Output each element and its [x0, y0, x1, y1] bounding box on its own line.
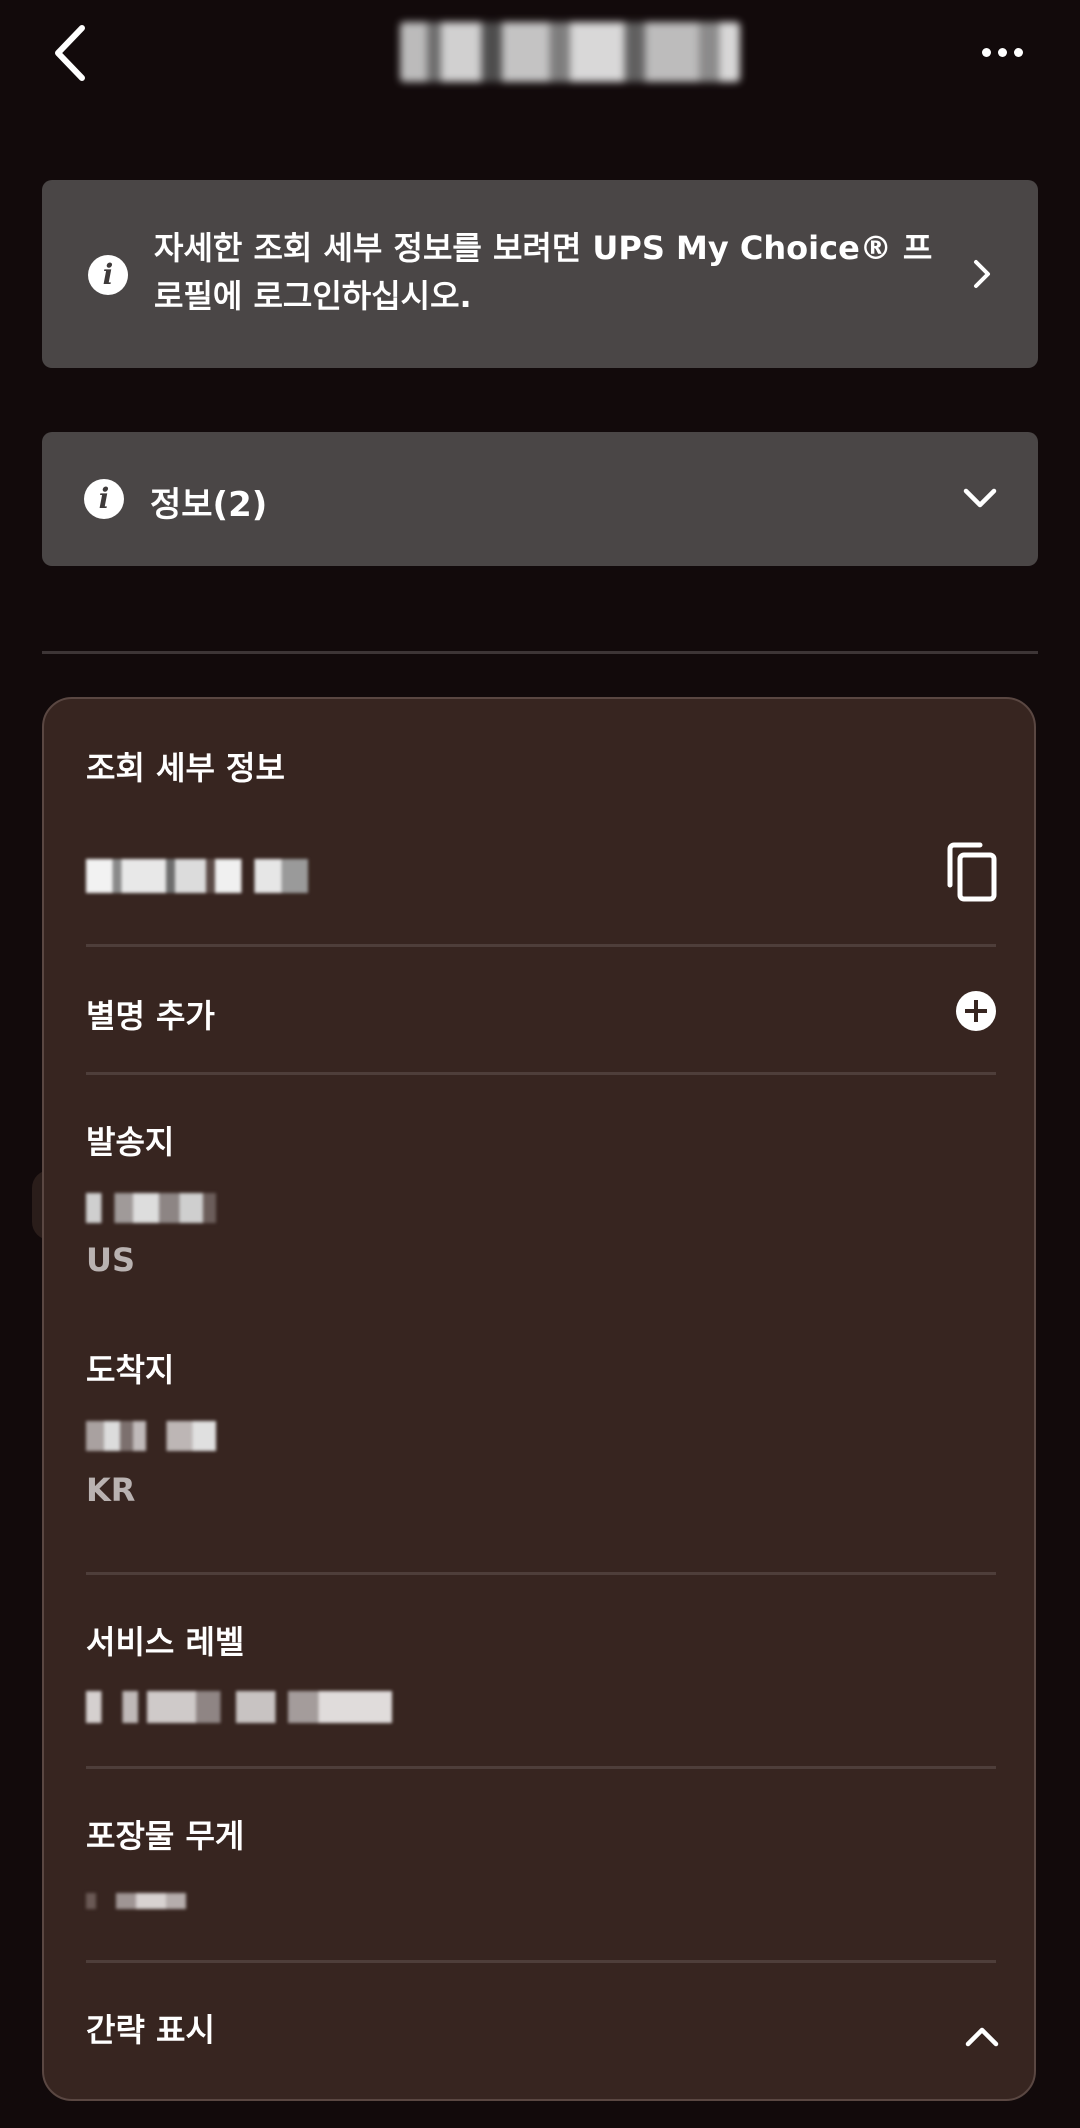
service-level-redacted	[86, 1691, 392, 1723]
tracking-number-redacted	[86, 859, 308, 893]
service-level-label: 서비스 레벨	[86, 1623, 245, 1661]
package-weight-label: 포장물 무게	[86, 1817, 245, 1855]
back-arrow-icon[interactable]	[48, 22, 104, 84]
chevron-down-icon	[963, 488, 997, 508]
origin-label: 발송지	[86, 1123, 175, 1161]
tracking-details-card: 조회 세부 정보 별명 추가 발송지 US 도착지 KR 서비스 레벨 포장물 …	[42, 697, 1036, 2101]
destination-label: 도착지	[86, 1351, 175, 1389]
tracking-details-title: 조회 세부 정보	[86, 749, 285, 787]
add-nickname-label[interactable]: 별명 추가	[86, 991, 215, 1037]
sign-in-banner[interactable]: i 자세한 조회 세부 정보를 보려면 UPS My Choice® 프로필에 …	[42, 180, 1038, 368]
plus-circle-icon[interactable]	[956, 991, 996, 1031]
destination-country: KR	[86, 1471, 136, 1509]
destination-city-redacted	[86, 1421, 216, 1451]
row-divider	[86, 1072, 996, 1075]
top-app-bar	[0, 0, 1080, 110]
sign-in-banner-text: 자세한 조회 세부 정보를 보려면 UPS My Choice® 프로필에 로그…	[154, 229, 933, 315]
row-divider	[86, 1572, 996, 1575]
page-title-redacted	[400, 22, 740, 82]
info-icon: i	[88, 255, 128, 295]
row-divider	[86, 1960, 996, 1963]
origin-city-redacted	[86, 1193, 216, 1223]
info-icon: i	[84, 479, 124, 519]
section-divider	[42, 651, 1038, 654]
chevron-up-icon[interactable]	[962, 2021, 1002, 2051]
more-horizontal-icon[interactable]	[972, 30, 1032, 74]
origin-country: US	[86, 1241, 136, 1279]
info-accordion-label: 정보(2)	[150, 485, 268, 525]
copy-icon[interactable]	[944, 841, 1000, 903]
show-less-label[interactable]: 간략 표시	[86, 2005, 215, 2051]
package-weight-redacted	[86, 1893, 186, 1909]
info-accordion[interactable]: i 정보(2)	[42, 432, 1038, 566]
row-divider	[86, 1766, 996, 1769]
row-divider	[86, 944, 996, 947]
chevron-right-icon	[974, 260, 990, 288]
